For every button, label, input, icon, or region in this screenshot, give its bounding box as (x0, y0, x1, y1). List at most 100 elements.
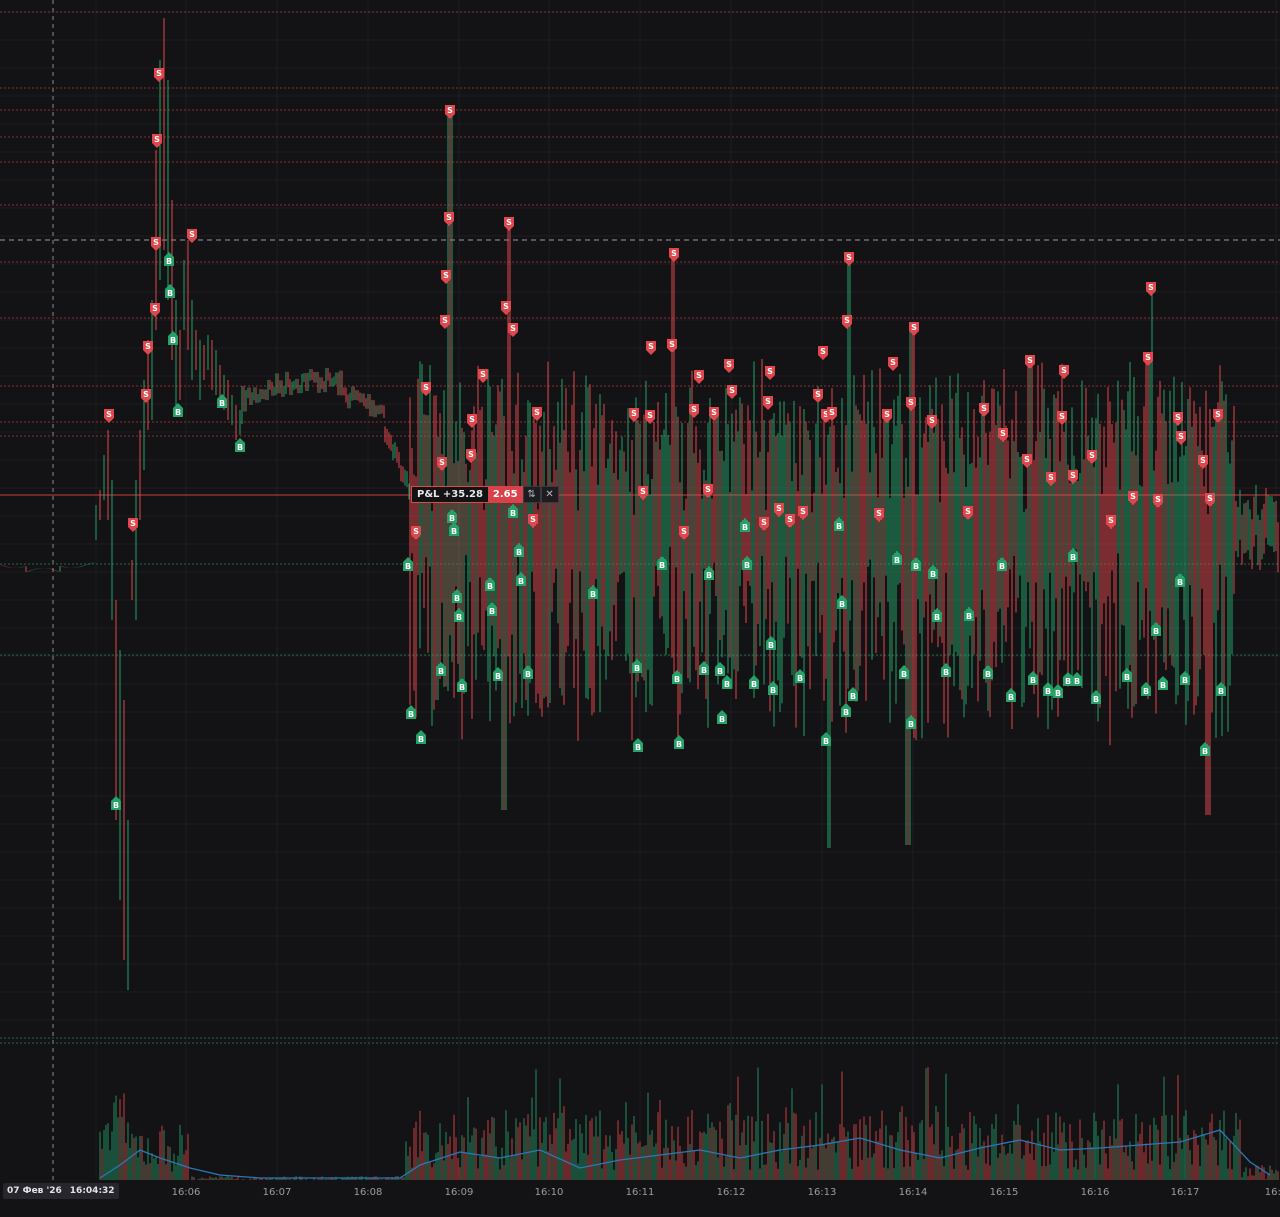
time-tick-label: 16:15 (990, 1187, 1019, 1198)
buy-marker-label: B (1202, 747, 1208, 756)
sell-marker-label: S (787, 515, 793, 524)
buy-marker-label: B (590, 590, 596, 599)
time-tick-label: 16:13 (808, 1187, 837, 1198)
sell-marker-label: S (631, 409, 637, 418)
sell-marker-label: S (469, 415, 475, 424)
buy-marker-label: B (823, 737, 829, 746)
buy-marker-label: B (676, 740, 682, 749)
buy-marker-label: B (913, 562, 919, 571)
buy-marker-label: B (487, 582, 493, 591)
buy-marker-label: B (634, 664, 640, 673)
sell-marker-label: S (1145, 353, 1151, 362)
position-quantity[interactable]: 2.65 (487, 486, 523, 503)
sell-marker-label: S (965, 507, 971, 516)
sell-marker-label: S (890, 358, 896, 367)
time-tick-label: 16:16 (1081, 1187, 1110, 1198)
sell-marker-label: S (647, 411, 653, 420)
buy-marker-label: B (1124, 673, 1130, 682)
buy-marker-label: B (1045, 687, 1051, 696)
buy-marker-label: B (1093, 695, 1099, 704)
sell-marker-label: S (1024, 455, 1030, 464)
close-position-icon[interactable]: ✕ (540, 486, 559, 503)
sell-marker-label: S (506, 218, 512, 227)
position-pnl-label[interactable]: P&L +35.28 2.65 ⇅ ✕ (411, 486, 559, 503)
buy-marker-label: B (659, 561, 665, 570)
buy-marker-label: B (451, 527, 457, 536)
sell-marker-label: S (1178, 432, 1184, 441)
sell-marker-label: S (480, 370, 486, 379)
sell-marker-label: S (820, 347, 826, 356)
buy-marker-label: B (516, 548, 522, 557)
sell-marker-label: S (846, 253, 852, 262)
sell-marker-label: S (423, 383, 429, 392)
sell-marker-label: S (671, 249, 677, 258)
crosshair-time-badge: 07 Фев '26 16:04:32 (3, 1183, 119, 1199)
time-tick-label: 16:17 (1171, 1187, 1200, 1198)
sell-marker-label: S (1155, 495, 1161, 504)
sell-marker-label: S (1061, 366, 1067, 375)
time-tick-label: 16:1 (1265, 1187, 1280, 1198)
sell-marker-label: S (1200, 456, 1206, 465)
time-tick-label: 16:14 (899, 1187, 928, 1198)
sell-marker-label: S (1048, 473, 1054, 482)
sell-marker-label: S (154, 135, 160, 144)
price-chart[interactable]: S S S S S S S S S S S S S S S S S S S S S S S S S S S S S S S S S S S S S S S S… (0, 0, 1280, 1217)
buy-marker-label: B (850, 692, 856, 701)
buy-marker-label: B (1177, 578, 1183, 587)
buy-marker-label: B (934, 613, 940, 622)
buy-marker-label: B (635, 743, 641, 752)
sell-marker-label: S (761, 518, 767, 527)
time-tick-label: 16:10 (535, 1187, 564, 1198)
buy-marker-label: B (1160, 681, 1166, 690)
sell-marker-label: S (1089, 451, 1095, 460)
sell-marker-label: S (152, 304, 158, 313)
buy-marker-label: B (894, 556, 900, 565)
buy-marker-label: B (1218, 687, 1224, 696)
sell-marker-label: S (981, 404, 987, 413)
sell-marker-label: S (829, 408, 835, 417)
sell-marker-label: S (443, 271, 449, 280)
time-tick-label: 16:07 (263, 1187, 292, 1198)
buy-marker-label: B (510, 509, 516, 518)
buy-marker-label: B (495, 672, 501, 681)
buy-marker-label: B (1182, 676, 1188, 685)
sell-marker-label: S (691, 405, 697, 414)
buy-marker-label: B (843, 708, 849, 717)
sell-marker-label: S (884, 410, 890, 419)
crosshair-time: 16:04:32 (69, 1186, 115, 1196)
sell-marker-label: S (776, 504, 782, 513)
sell-marker-label: S (1070, 471, 1076, 480)
buy-marker-label: B (674, 675, 680, 684)
buy-marker-label: B (456, 613, 462, 622)
buy-marker-label: B (908, 720, 914, 729)
sell-marker-label: S (765, 397, 771, 406)
sell-marker-label: S (681, 527, 687, 536)
sell-marker-label: S (534, 408, 540, 417)
sell-marker-label: S (156, 69, 162, 78)
buy-marker-label: B (418, 735, 424, 744)
buy-marker-label: B (706, 571, 712, 580)
buy-marker-label: B (985, 670, 991, 679)
sell-marker-label: S (153, 238, 159, 247)
time-axis: 516:0616:0716:0816:0916:1016:1116:1216:1… (0, 1180, 1280, 1217)
buy-marker-label: B (966, 612, 972, 621)
sell-marker-label: S (413, 527, 419, 536)
time-axis-background (0, 1180, 1280, 1217)
buy-marker-label: B (459, 683, 465, 692)
sell-marker-label: S (705, 485, 711, 494)
buy-marker-label: B (768, 641, 774, 650)
sell-marker-label: S (1108, 516, 1114, 525)
buy-marker-label: B (1008, 693, 1014, 702)
buy-marker-label: B (797, 674, 803, 683)
reverse-position-icon[interactable]: ⇅ (522, 486, 541, 503)
buy-marker-label: B (454, 594, 460, 603)
sell-marker-label: S (1027, 356, 1033, 365)
sell-marker-label: S (143, 390, 149, 399)
time-tick-label: 16:11 (626, 1187, 655, 1198)
buy-marker-label: B (525, 670, 531, 679)
sell-marker-label: S (1207, 494, 1213, 503)
sell-marker-label: S (1130, 492, 1136, 501)
sell-marker-label: S (106, 410, 112, 419)
buy-marker-label: B (999, 562, 1005, 571)
sell-marker-label: S (800, 507, 806, 516)
